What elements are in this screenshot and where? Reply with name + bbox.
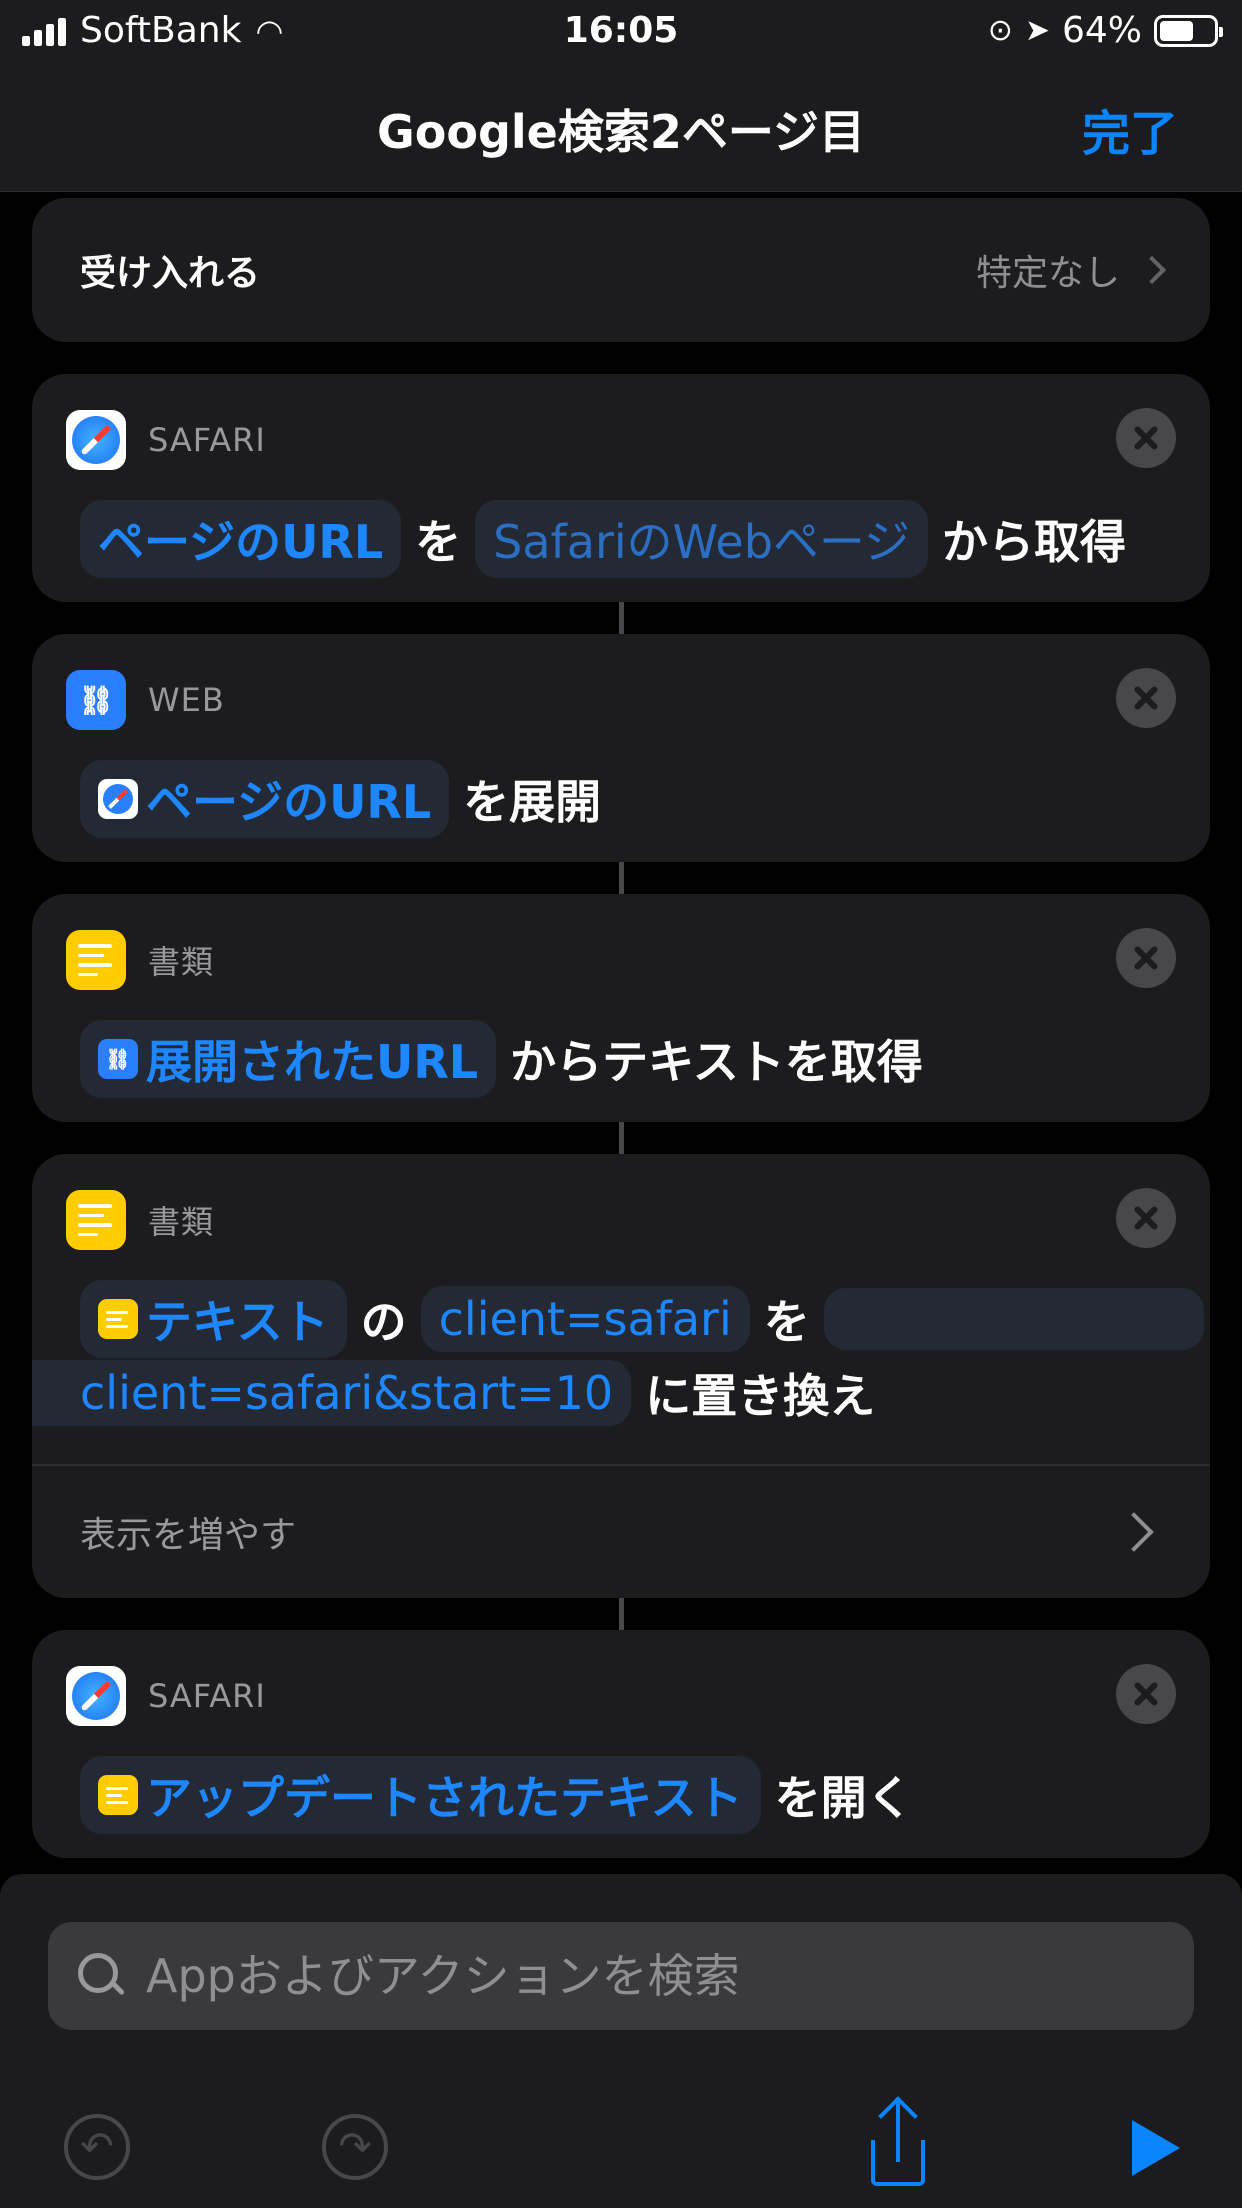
action-category: 書類 <box>148 1203 215 1241</box>
action-text: を <box>763 1295 810 1349</box>
battery-icon <box>1154 14 1223 47</box>
remove-action-button[interactable] <box>1116 928 1176 988</box>
action-connector <box>619 602 624 634</box>
variable-label: 展開されたURL <box>146 1035 479 1089</box>
parameter-token[interactable]: ページのURL <box>80 500 402 578</box>
shortcut-title: Google検索2ページ目 <box>377 105 865 159</box>
safari-icon <box>66 410 126 470</box>
action-category: SAFARI <box>148 421 266 459</box>
variable-token[interactable]: アップデートされたテキスト <box>80 1756 761 1834</box>
action-card-replace-text[interactable]: 書類 テキスト の client=safari を client=safari&… <box>32 1154 1210 1598</box>
variable-label: ページのURL <box>146 775 432 829</box>
status-bar: SoftBank ◠ 16:05 ⊙ ➤ 64% <box>0 0 1242 64</box>
remove-action-button[interactable] <box>1116 408 1176 468</box>
editor-toolbar: ↶ ↷ <box>0 2076 1242 2208</box>
parameter-token[interactable]: SafariのWebページ <box>475 500 929 578</box>
variable-token[interactable]: テキスト <box>80 1280 347 1358</box>
document-icon <box>98 1775 138 1815</box>
action-category: WEB <box>148 681 225 719</box>
remove-action-button[interactable] <box>1116 668 1176 728</box>
action-card-open-url[interactable]: SAFARI アップデートされたテキスト を開く <box>32 1630 1210 1858</box>
action-text: を <box>415 515 462 569</box>
action-connector <box>619 1122 624 1154</box>
accepts-value: 特定なし <box>975 253 1120 294</box>
document-icon <box>66 1190 126 1250</box>
action-category: 書類 <box>148 943 215 981</box>
redo-icon[interactable]: ↷ <box>322 2114 388 2180</box>
remove-action-button[interactable] <box>1116 1664 1176 1724</box>
find-text-token[interactable]: client=safari <box>420 1286 750 1352</box>
variable-label: アップデートされたテキスト <box>146 1771 743 1825</box>
location-icon: ➤ <box>1024 13 1050 48</box>
navigation-bar: Google検索2ページ目 完了 <box>0 64 1242 192</box>
play-icon[interactable] <box>1132 2120 1180 2176</box>
search-icon <box>78 1953 124 1999</box>
done-button[interactable]: 完了 <box>1082 94 1178 164</box>
action-text: に置き換え <box>645 1369 876 1423</box>
undo-icon[interactable]: ↶ <box>64 2114 130 2180</box>
action-card-expand-url[interactable]: ⛓ WEB ページのURL を展開 <box>32 634 1210 862</box>
action-text: の <box>360 1295 407 1349</box>
document-icon <box>66 930 126 990</box>
orientation-lock-icon: ⊙ <box>987 13 1013 48</box>
show-more-row[interactable]: 表示を増やす <box>32 1464 1210 1598</box>
replace-text-token[interactable]: client=safari&start=10 <box>32 1360 632 1426</box>
accepts-label: 受け入れる <box>80 253 261 294</box>
link-icon: ⛓ <box>98 1039 138 1079</box>
accepts-card[interactable]: 受け入れる 特定なし <box>32 198 1210 342</box>
action-connector <box>619 862 624 894</box>
variable-label: テキスト <box>146 1295 329 1349</box>
action-text: から取得 <box>942 515 1127 569</box>
document-icon <box>98 1299 138 1339</box>
variable-token[interactable]: ページのURL <box>80 760 450 838</box>
safari-icon <box>66 1666 126 1726</box>
battery-percent: 64% <box>1061 10 1142 51</box>
safari-icon <box>98 779 138 819</box>
action-connector <box>619 1598 624 1630</box>
action-category: SAFARI <box>148 1677 266 1715</box>
action-card-get-text[interactable]: 書類 ⛓ 展開されたURL からテキストを取得 <box>32 894 1210 1122</box>
action-card-get-page-url[interactable]: SAFARI ページのURL を SafariのWebページ から取得 <box>32 374 1210 602</box>
show-more-label: 表示を増やす <box>80 1515 297 1556</box>
chevron-right-icon <box>1137 255 1167 285</box>
search-input[interactable] <box>146 1949 1164 2003</box>
link-icon: ⛓ <box>66 670 126 730</box>
action-text: からテキストを取得 <box>510 1035 923 1089</box>
remove-action-button[interactable] <box>1116 1188 1176 1248</box>
variable-token[interactable]: ⛓ 展開されたURL <box>80 1020 497 1098</box>
chevron-right-icon <box>1114 1512 1154 1552</box>
replace-field-continuation <box>823 1288 1204 1350</box>
search-bar[interactable] <box>48 1922 1194 2030</box>
action-text: を展開 <box>463 775 602 829</box>
action-text: を開く <box>774 1771 913 1825</box>
